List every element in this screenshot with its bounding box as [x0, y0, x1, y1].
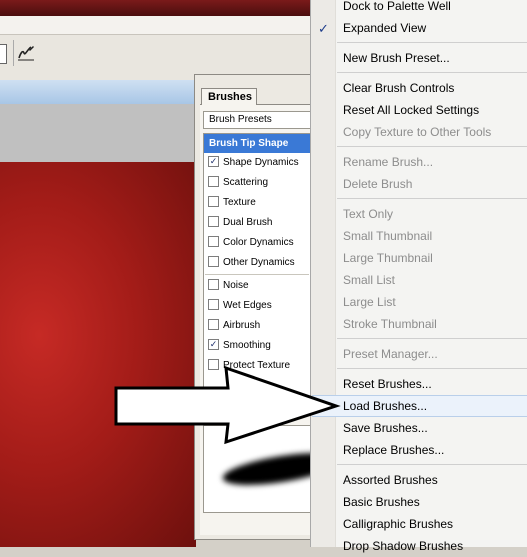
- checkbox[interactable]: ✓: [208, 155, 219, 167]
- menu-item-drop-shadow-brushes[interactable]: Drop Shadow Brushes: [343, 535, 463, 557]
- menu-item-save-brushes[interactable]: Save Brushes...: [343, 417, 428, 439]
- option-label: Shape Dynamics: [223, 157, 299, 168]
- option-shape-dynamics[interactable]: ✓ Shape Dynamics: [208, 155, 299, 171]
- checkbox[interactable]: [208, 318, 219, 330]
- option-label: Color Dynamics: [223, 237, 294, 248]
- menu-separator: [337, 464, 527, 465]
- option-dual-brush[interactable]: Dual Brush: [208, 215, 272, 231]
- menu-item-replace-brushes[interactable]: Replace Brushes...: [343, 439, 444, 461]
- brush-tip-shape-item[interactable]: Brush Tip Shape: [204, 134, 312, 153]
- option-smoothing[interactable]: ✓ Smoothing: [208, 338, 271, 354]
- checkbox[interactable]: [208, 255, 219, 267]
- menu-item-large-thumbnail: Large Thumbnail: [343, 251, 433, 265]
- stroke-preview-mark: [220, 446, 311, 492]
- option-airbrush[interactable]: Airbrush: [208, 318, 260, 334]
- option-label: Wet Edges: [223, 300, 272, 311]
- tab-brushes[interactable]: Brushes: [201, 88, 257, 105]
- menu-item-expanded-view[interactable]: Expanded View: [343, 17, 426, 39]
- document-title-bar: [0, 80, 196, 105]
- menu-separator: [337, 72, 527, 73]
- option-color-dynamics[interactable]: Color Dynamics: [208, 235, 294, 251]
- brush-stroke-preview: [203, 425, 312, 513]
- menu-item-preset-manager: Preset Manager...: [343, 347, 438, 361]
- menu-separator: [337, 368, 527, 369]
- menu-item-copy-texture: Copy Texture to Other Tools: [343, 125, 492, 139]
- menu-separator: [337, 198, 527, 199]
- checkmark-icon: ✓: [318, 21, 329, 36]
- option-label: Noise: [223, 280, 249, 291]
- menu-item-assorted-brushes[interactable]: Assorted Brushes: [343, 469, 438, 491]
- checkbox[interactable]: [208, 358, 219, 370]
- document-gray-area: [0, 104, 196, 162]
- menu-item-dock-to-palette-well[interactable]: Dock to Palette Well: [343, 0, 451, 17]
- brush-presets-item[interactable]: Brush Presets: [203, 111, 312, 129]
- menu-separator: [337, 338, 527, 339]
- option-label: Scattering: [223, 177, 269, 188]
- toolbar-top-bar: [0, 16, 310, 35]
- menu-item-text-only: Text Only: [343, 207, 394, 221]
- menu-item-reset-brushes[interactable]: Reset Brushes...: [343, 373, 432, 395]
- checkbox[interactable]: [208, 215, 219, 227]
- checkbox[interactable]: [208, 235, 219, 247]
- option-label: Airbrush: [223, 320, 261, 331]
- menu-separator: [337, 42, 527, 43]
- menu-item-small-thumbnail: Small Thumbnail: [343, 229, 433, 243]
- option-divider: [205, 274, 309, 275]
- menu-item-new-brush-preset[interactable]: New Brush Preset...: [343, 47, 450, 69]
- option-noise[interactable]: Noise: [208, 278, 249, 294]
- menu-item-stroke-thumbnail: Stroke Thumbnail: [343, 317, 437, 331]
- option-wet-edges[interactable]: Wet Edges: [208, 298, 272, 314]
- toolbar-swatch[interactable]: [0, 44, 7, 64]
- menu-item-calligraphic-brushes[interactable]: Calligraphic Brushes: [343, 513, 453, 535]
- menu-item-delete-brush: Delete Brush: [343, 177, 413, 191]
- checkbox[interactable]: [208, 278, 219, 290]
- option-scattering[interactable]: Scattering: [208, 175, 268, 191]
- menu-item-load-brushes[interactable]: Load Brushes...: [343, 395, 427, 417]
- option-label: Protect Texture: [223, 360, 291, 371]
- menu-item-basic-brushes[interactable]: Basic Brushes: [343, 491, 420, 513]
- option-label: Texture: [223, 197, 256, 208]
- app-title-strip: [0, 0, 310, 16]
- menu-separator: [337, 146, 527, 147]
- menu-icon-gutter: [311, 0, 336, 547]
- options-toolbar: [0, 16, 310, 81]
- pen-icon[interactable]: [14, 41, 38, 65]
- checkbox[interactable]: [208, 195, 219, 207]
- checkbox[interactable]: [208, 175, 219, 187]
- option-label: Other Dynamics: [223, 257, 295, 268]
- menu-item-rename-brush: Rename Brush...: [343, 155, 434, 169]
- menu-item-clear-brush-controls[interactable]: Clear Brush Controls: [343, 77, 454, 99]
- checkbox[interactable]: [208, 298, 219, 310]
- option-texture[interactable]: Texture: [208, 195, 256, 211]
- menu-item-small-list: Small List: [343, 273, 396, 287]
- menu-item-reset-all-locked-settings[interactable]: Reset All Locked Settings: [343, 99, 479, 121]
- option-label: Smoothing: [223, 340, 271, 351]
- option-protect-texture[interactable]: Protect Texture: [208, 358, 290, 374]
- menu-item-large-list: Large List: [343, 295, 396, 309]
- checkbox[interactable]: ✓: [208, 338, 219, 350]
- option-other-dynamics[interactable]: Other Dynamics: [208, 255, 295, 271]
- red-canvas[interactable]: [0, 162, 196, 547]
- option-label: Dual Brush: [223, 217, 273, 228]
